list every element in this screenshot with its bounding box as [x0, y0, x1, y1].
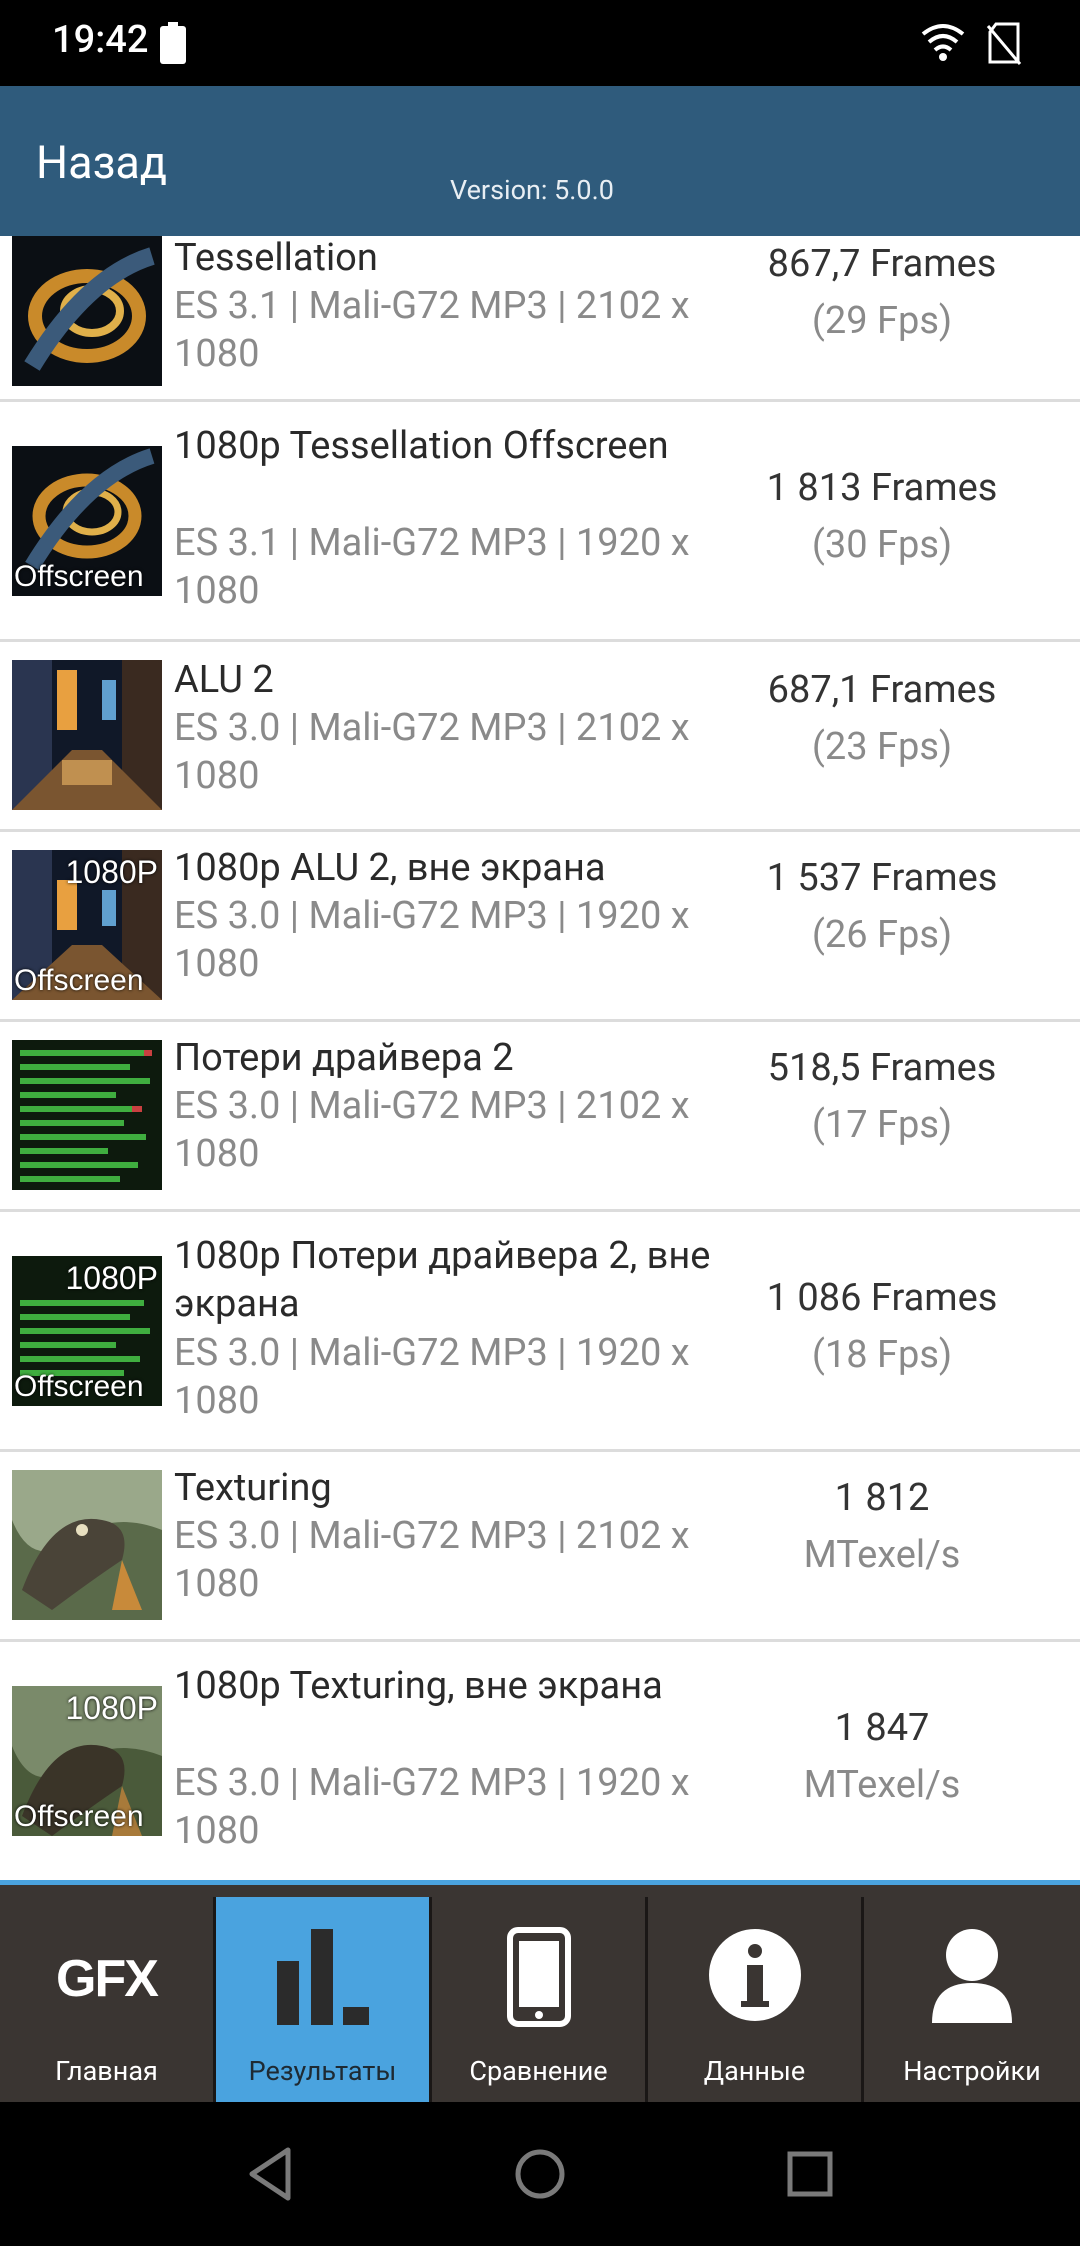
score-value: 1 813 Frames [766, 466, 998, 510]
recents-nav-icon[interactable] [780, 2144, 840, 2204]
test-meta: ES 3.1 | Mali-G72 MP3 | 2102 x 1080 [174, 284, 690, 376]
test-name: Texturing [174, 1466, 332, 1510]
score-unit: (18 Fps) [811, 1333, 953, 1377]
tessellation-offscreen-thumbnail: Offscreen [12, 446, 162, 596]
score-value: 1 086 Frames [766, 1276, 998, 1320]
texturing-offscreen-thumbnail: 1080P Offscreen [12, 1686, 162, 1836]
version-label: Version: 5.0.0 [450, 174, 614, 206]
tab-label: Результаты [248, 2055, 397, 2087]
battery-icon [160, 22, 186, 64]
gfx-logo-icon: GFX [56, 1950, 159, 2008]
offscreen-badge: Offscreen [14, 560, 144, 593]
tab-results[interactable]: Результаты [216, 1897, 429, 2102]
back-nav-icon[interactable] [240, 2144, 300, 2204]
home-nav-icon[interactable] [510, 2144, 570, 2204]
result-row-tessellation[interactable]: Tessellation ES 3.1 | Mali-G72 MP3 | 210… [0, 236, 1080, 402]
result-row-texturing-offscreen[interactable]: 1080P Offscreen 1080p Texturing, вне экр… [0, 1642, 1080, 1880]
score: 1 813 Frames (30 Fps) [732, 460, 1032, 574]
tab-label: Главная [55, 2055, 158, 2087]
score-value: 687,1 Frames [767, 668, 997, 712]
score-unit: (23 Fps) [811, 725, 953, 769]
tab-label: Данные [703, 2055, 806, 2087]
test-meta: ES 3.0 | Mali-G72 MP3 | 2102 x 1080 [174, 1084, 690, 1176]
texturing-thumbnail [12, 1470, 162, 1620]
score-unit: (30 Fps) [811, 523, 953, 567]
test-name: Tessellation [174, 236, 378, 280]
score-unit: MTexel/s [803, 1763, 961, 1807]
test-meta: ES 3.0 | Mali-G72 MP3 | 1920 x 1080 [174, 894, 690, 986]
tab-compare[interactable]: Сравнение [432, 1897, 645, 2102]
system-nav-bar [0, 2102, 1080, 2246]
phone-icon [506, 1927, 571, 2027]
1080p-badge: 1080P [65, 1690, 158, 1726]
test-meta: ES 3.0 | Mali-G72 MP3 | 2102 x 1080 [174, 1514, 690, 1606]
results-list[interactable]: Tessellation ES 3.1 | Mali-G72 MP3 | 210… [0, 236, 1080, 1880]
test-name: 1080p ALU 2, вне экрана [174, 846, 606, 890]
wifi-icon [921, 24, 965, 61]
score-unit: (17 Fps) [811, 1103, 953, 1147]
score-value: 1 812 [834, 1476, 930, 1520]
test-name: 1080p Texturing, вне экрана [174, 1664, 663, 1708]
result-row-tessellation-offscreen[interactable]: Offscreen 1080p Tessellation Offscreen E… [0, 402, 1080, 642]
tessellation-thumbnail [12, 236, 162, 386]
score-value: 1 537 Frames [766, 856, 998, 900]
result-row-driver-overhead[interactable]: Потери драйвера 2 ES 3.0 | Mali-G72 MP3 … [0, 1022, 1080, 1212]
status-time: 19:42 [52, 18, 149, 62]
result-row-alu2-offscreen[interactable]: 1080P Offscreen 1080p ALU 2, вне экрана … [0, 832, 1080, 1022]
back-button[interactable]: Назад [36, 136, 167, 189]
tab-home[interactable]: GFX Главная [0, 1897, 213, 2102]
tab-label: Сравнение [469, 2055, 608, 2087]
score: 1 847 MTexel/s [732, 1700, 1032, 1814]
test-name: 1080p Потери драйвера 2, вне экрана [174, 1234, 711, 1326]
score-unit: (26 Fps) [811, 913, 953, 957]
score-value: 518,5 Frames [767, 1046, 997, 1090]
result-row-driver-overhead-offscreen[interactable]: 1080P Offscreen 1080p Потери драйвера 2,… [0, 1212, 1080, 1452]
bottom-tab-bar: GFX Главная Результаты Сравнение Данные [0, 1880, 1080, 2102]
info-icon [708, 1929, 801, 2021]
test-meta: ES 3.0 | Mali-G72 MP3 | 2102 x 1080 [174, 706, 690, 798]
score: 1 812 MTexel/s [732, 1470, 1032, 1584]
score-value: 1 847 [834, 1706, 930, 1750]
offscreen-badge: Offscreen [14, 1800, 144, 1833]
score: 687,1 Frames (23 Fps) [732, 662, 1032, 776]
test-name: 1080p Tessellation Offscreen [174, 424, 669, 468]
alu2-thumbnail [12, 660, 162, 810]
score: 518,5 Frames (17 Fps) [732, 1040, 1032, 1154]
no-sim-icon [986, 22, 1022, 65]
result-row-alu2[interactable]: ALU 2 ES 3.0 | Mali-G72 MP3 | 2102 x 108… [0, 642, 1080, 832]
1080p-badge: 1080P [65, 854, 158, 890]
alu2-offscreen-thumbnail: 1080P Offscreen [12, 850, 162, 1000]
score-unit: MTexel/s [803, 1533, 961, 1577]
test-meta: ES 3.0 | Mali-G72 MP3 | 1920 x 1080 [174, 1331, 690, 1423]
tab-data[interactable]: Данные [648, 1897, 861, 2102]
score: 1 537 Frames (26 Fps) [732, 850, 1032, 964]
tab-label: Настройки [903, 2055, 1041, 2087]
score: 1 086 Frames (18 Fps) [732, 1270, 1032, 1384]
test-meta: ES 3.0 | Mali-G72 MP3 | 1920 x 1080 [174, 1761, 690, 1853]
result-row-texturing[interactable]: Texturing ES 3.0 | Mali-G72 MP3 | 2102 x… [0, 1452, 1080, 1642]
user-icon [932, 1929, 1012, 2023]
tab-settings[interactable]: Настройки [864, 1897, 1080, 2102]
driver-overhead-thumbnail [12, 1040, 162, 1190]
score-unit: (29 Fps) [811, 299, 953, 343]
test-name: Потери драйвера 2 [174, 1036, 514, 1080]
offscreen-badge: Offscreen [14, 1370, 144, 1403]
bar-chart-icon [276, 1929, 369, 2025]
driver-overhead-offscreen-thumbnail: 1080P Offscreen [12, 1256, 162, 1406]
status-bar: 19:42 [0, 0, 1080, 86]
test-meta: ES 3.1 | Mali-G72 MP3 | 1920 x 1080 [174, 521, 690, 613]
test-name: ALU 2 [174, 658, 274, 702]
score-value: 867,7 Frames [767, 242, 997, 286]
score: 867,7 Frames (29 Fps) [732, 236, 1032, 350]
app-bar: Назад Version: 5.0.0 [0, 86, 1080, 236]
1080p-badge: 1080P [65, 1260, 158, 1296]
offscreen-badge: Offscreen [14, 964, 144, 997]
